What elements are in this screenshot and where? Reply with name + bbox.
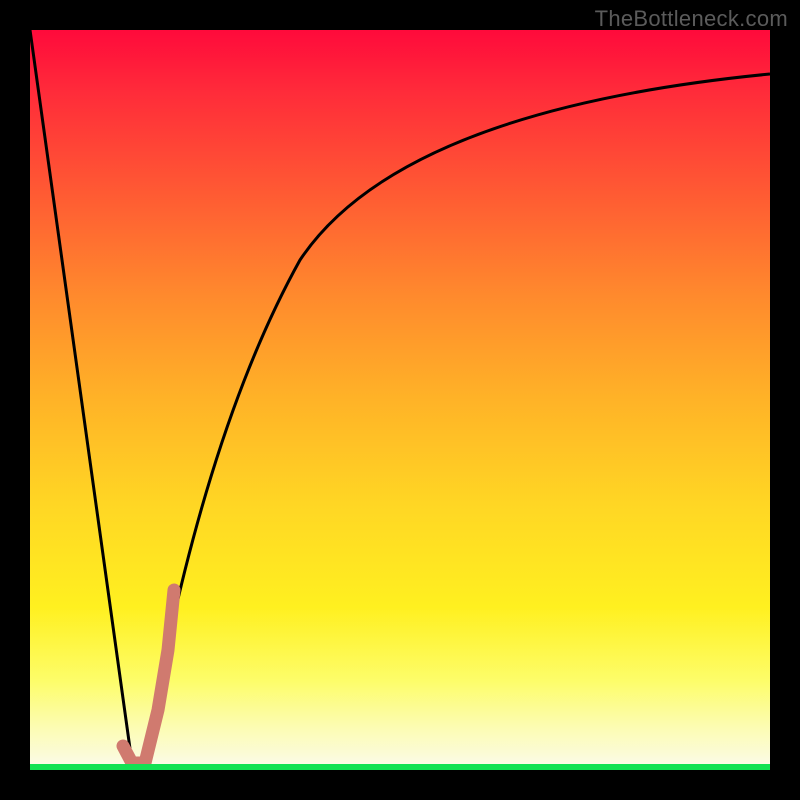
baseline [30,764,770,770]
watermark-text: TheBottleneck.com [595,6,788,32]
right-curve [145,74,770,763]
curve-layer [30,30,770,770]
elbow-marker [123,590,174,763]
chart-frame: TheBottleneck.com [0,0,800,800]
left-slope [30,30,132,763]
plot-area [30,30,770,770]
